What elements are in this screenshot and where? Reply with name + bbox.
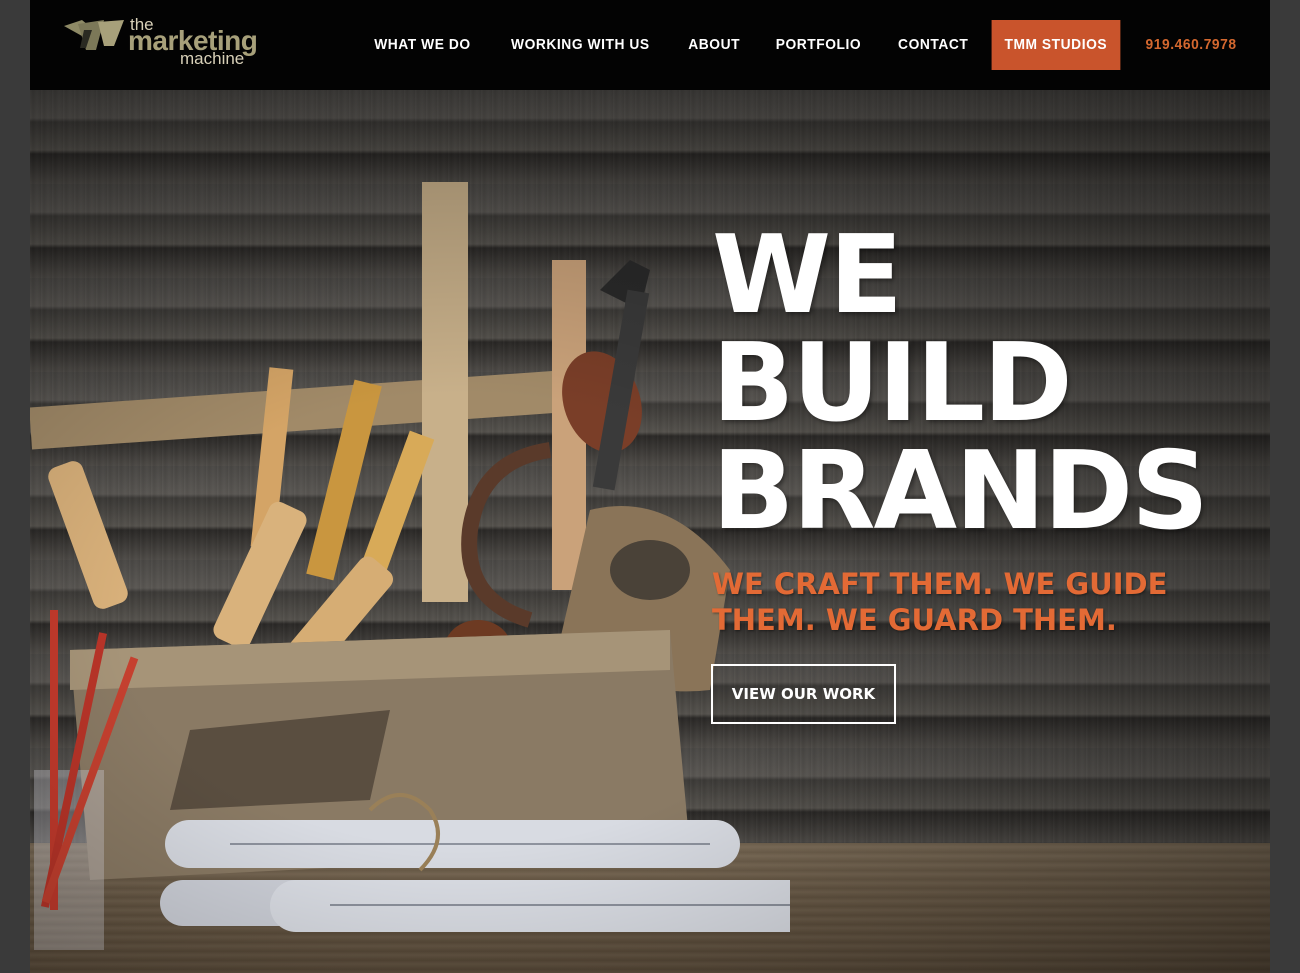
view-our-work-button[interactable]: VIEW OUR WORK: [711, 664, 896, 724]
site-logo[interactable]: the marketing machine: [64, 16, 294, 72]
nav-item-contact[interactable]: CONTACT: [884, 20, 982, 70]
nav-item-portfolio[interactable]: PORTFOLIO: [762, 20, 875, 70]
headline-line-3: BRANDS: [712, 429, 1209, 554]
logo-mark-icon: [64, 20, 124, 50]
headline-line-1: WE: [712, 213, 903, 338]
hero-headline: WE BUILD BRANDS: [712, 213, 1209, 554]
nav-item-about[interactable]: ABOUT: [674, 20, 753, 70]
hero-section: WE BUILD BRANDS WE CRAFT THEM. WE GUIDE …: [30, 90, 1270, 973]
nav-item-what-we-do[interactable]: WHAT WE DO: [361, 20, 485, 70]
phone-link[interactable]: 919.460.7978: [1132, 20, 1264, 70]
site-header: the marketing machine WHAT WE DO WORKING…: [30, 0, 1270, 90]
hero-subline: WE CRAFT THEM. WE GUIDE THEM. WE GUARD T…: [712, 567, 1168, 637]
main-nav: WHAT WE DO WORKING WITH US ABOUT PORTFOL…: [355, 20, 1270, 70]
headline-line-2: BUILD: [712, 321, 1073, 446]
nav-item-working-with-us[interactable]: WORKING WITH US: [497, 20, 663, 70]
logo-text-machine: machine: [180, 49, 245, 68]
page-frame: the marketing machine WHAT WE DO WORKING…: [30, 0, 1270, 973]
tmm-studios-button[interactable]: TMM STUDIOS: [992, 20, 1121, 70]
